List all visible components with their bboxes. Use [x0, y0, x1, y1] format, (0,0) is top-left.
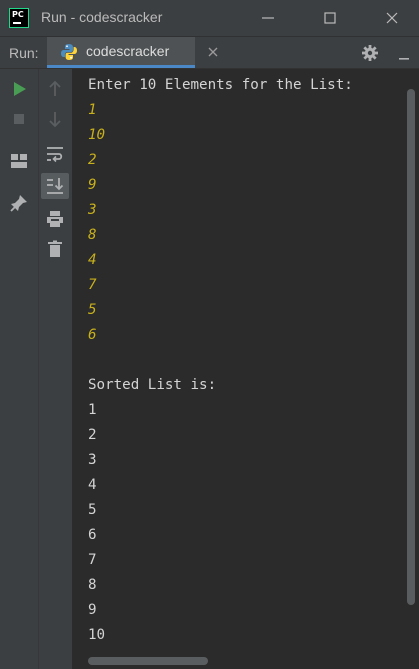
prompt-line: Enter 10 Elements for the List:: [88, 77, 353, 93]
soft-wrap-icon[interactable]: [44, 143, 66, 165]
input-line: 9: [88, 177, 97, 193]
run-label: Run:: [9, 45, 39, 61]
input-line: 3: [88, 202, 97, 218]
input-line: 7: [88, 277, 97, 293]
maximize-icon[interactable]: [318, 6, 342, 30]
tab-close-icon[interactable]: [206, 45, 220, 59]
stop-icon[interactable]: [8, 108, 30, 130]
print-icon[interactable]: [44, 208, 66, 230]
output-line: 8: [88, 577, 97, 593]
run-tab-bar: Run: codescracker: [0, 37, 419, 69]
result-header: Sorted List is:: [88, 377, 217, 393]
output-line: 5: [88, 502, 97, 518]
input-line: 4: [88, 252, 97, 268]
input-line: 8: [88, 227, 97, 243]
input-line: 1: [88, 102, 97, 118]
pin-icon[interactable]: [8, 192, 30, 214]
tab-label: codescracker: [86, 43, 170, 59]
output-line: 7: [88, 552, 97, 568]
pycharm-logo-icon: PC: [9, 8, 29, 28]
window-title: Run - codescracker: [41, 9, 163, 25]
window-title-bar: PC Run - codescracker: [0, 0, 419, 37]
output-line: 4: [88, 477, 97, 493]
layout-icon[interactable]: [8, 150, 30, 172]
input-line: 10: [88, 127, 106, 143]
vertical-scrollbar[interactable]: [407, 89, 415, 605]
run-icon[interactable]: [8, 78, 30, 100]
scroll-to-end-icon[interactable]: [44, 175, 66, 197]
trash-icon[interactable]: [44, 238, 66, 260]
gear-icon[interactable]: [361, 44, 379, 62]
horizontal-scrollbar[interactable]: [88, 657, 208, 665]
hide-panel-icon[interactable]: [396, 45, 412, 61]
input-line: 2: [88, 152, 97, 168]
logo-text: PC: [12, 10, 24, 19]
minimize-icon[interactable]: [256, 6, 280, 30]
output-line: 2: [88, 427, 97, 443]
input-line: 5: [88, 302, 97, 318]
up-arrow-icon[interactable]: [44, 78, 66, 100]
python-icon: [61, 44, 77, 60]
tab-codescracker[interactable]: codescracker: [47, 37, 195, 68]
close-icon[interactable]: [380, 6, 404, 30]
down-arrow-icon[interactable]: [44, 108, 66, 130]
output-line: 6: [88, 527, 97, 543]
output-line: 1: [88, 402, 97, 418]
output-line: 10: [88, 627, 106, 643]
input-line: 6: [88, 327, 97, 343]
console-output[interactable]: Enter 10 Elements for the List: 1 10 2 9…: [72, 69, 408, 657]
output-line: 9: [88, 602, 97, 618]
output-line: 3: [88, 452, 97, 468]
